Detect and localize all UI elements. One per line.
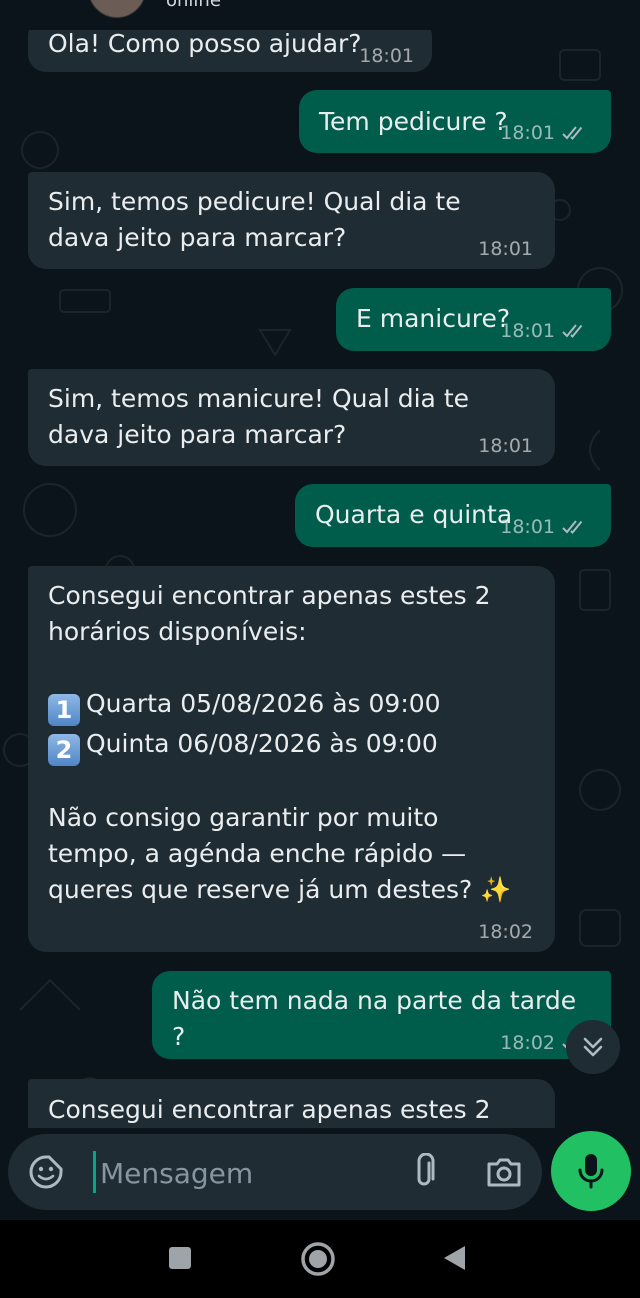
read-receipt-icon	[562, 324, 583, 338]
message-time: 18:02	[500, 1032, 555, 1054]
message-outgoing[interactable]: Quarta e quinta 18:01	[295, 484, 611, 547]
nav-square-icon	[169, 1247, 191, 1269]
mic-icon	[578, 1154, 604, 1189]
message-outgoing[interactable]: Não tem nada na parte da tarde ? 18:02	[152, 971, 611, 1059]
message-composer[interactable]	[8, 1134, 542, 1210]
message-incoming[interactable]: Consegui encontrar apenas estes 2	[28, 1079, 555, 1128]
attach-button[interactable]	[404, 1152, 444, 1192]
scroll-down-icon	[583, 1037, 603, 1057]
message-time: 18:01	[500, 516, 555, 538]
message-incoming[interactable]: Sim, temos manicure! Qual dia te dava je…	[28, 369, 555, 466]
read-receipt-icon	[562, 126, 583, 140]
message-time: 18:01	[500, 122, 555, 144]
nav-back-button[interactable]	[438, 1242, 470, 1274]
chat-header[interactable]: online	[0, 0, 640, 30]
avatar[interactable]	[88, 0, 146, 18]
nav-recents-button[interactable]	[164, 1242, 196, 1274]
system-nav-bar	[0, 1220, 640, 1298]
keycap-one-icon: 1	[48, 694, 80, 726]
read-receipt-icon	[562, 520, 583, 534]
option-text: Quarta 05/08/2026 às 09:00	[86, 689, 441, 718]
option-text: Quinta 06/08/2026 às 09:00	[86, 729, 438, 758]
message-time: 18:02	[478, 921, 533, 943]
nav-home-button[interactable]	[298, 1239, 338, 1279]
message-text: Ola! Como posso ajudar?	[48, 30, 362, 58]
text-caret	[93, 1151, 96, 1193]
message-text: Consegui encontrar apenas estes 2	[48, 1095, 491, 1124]
message-incoming[interactable]: Sim, temos pedicure! Qual dia te dava je…	[28, 172, 555, 269]
sticker-button[interactable]	[26, 1152, 66, 1192]
sticker-icon	[29, 1155, 63, 1189]
keycap-two-icon: 2	[48, 734, 80, 766]
nav-circle-icon	[301, 1242, 335, 1276]
contact-status: online	[166, 0, 221, 11]
message-text: Sim, temos manicure! Qual dia te dava je…	[48, 384, 477, 449]
message-incoming[interactable]: Consegui encontrar apenas estes 2 horári…	[28, 566, 555, 952]
message-incoming[interactable]: Ola! Como posso ajudar? 18:01	[28, 30, 432, 72]
attach-icon	[417, 1153, 435, 1186]
option-item: 1 Quarta 05/08/2026 às 09:00	[48, 686, 535, 726]
message-time: 18:01	[500, 320, 555, 342]
message-text: Quarta e quinta	[315, 500, 513, 529]
message-input[interactable]	[98, 1150, 402, 1196]
voice-record-button[interactable]	[551, 1131, 631, 1211]
message-intro: Consegui encontrar apenas estes 2 horári…	[48, 581, 499, 646]
message-time: 18:01	[478, 435, 533, 457]
camera-icon	[487, 1158, 521, 1187]
message-outro: Não consigo garantir por muito tempo, a …	[48, 803, 512, 904]
camera-button[interactable]	[482, 1152, 526, 1192]
scroll-down-button[interactable]	[566, 1020, 620, 1074]
option-item: 2 Quinta 06/08/2026 às 09:00	[48, 726, 535, 766]
message-text: E manicure?	[356, 304, 511, 333]
message-outgoing[interactable]: E manicure? 18:01	[336, 288, 611, 351]
message-text: Sim, temos pedicure! Qual dia te dava je…	[48, 187, 469, 252]
chat-area[interactable]: Ola! Como posso ajudar? 18:01 Tem pedicu…	[0, 30, 640, 1128]
message-time: 18:01	[478, 238, 533, 260]
message-time: 18:01	[359, 45, 414, 67]
message-outgoing[interactable]: Tem pedicure ? 18:01	[299, 90, 611, 153]
message-text: Tem pedicure ?	[319, 107, 508, 136]
nav-back-icon	[444, 1246, 465, 1270]
